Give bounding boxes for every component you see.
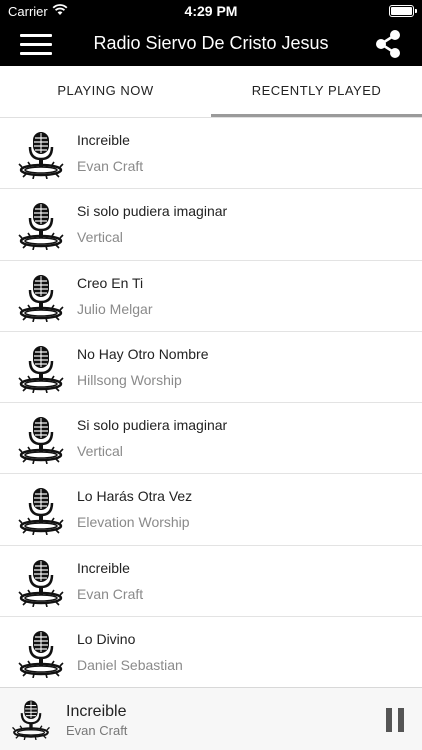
now-playing-song: Increible bbox=[66, 703, 127, 720]
list-item[interactable]: Increible Evan Craft bbox=[0, 118, 422, 190]
microphone-crown-of-thorns-icon bbox=[16, 129, 66, 179]
microphone-crown-of-thorns-icon bbox=[16, 272, 66, 322]
artist-name: Elevation Worship bbox=[77, 514, 190, 531]
status-bar: Carrier 4:29 PM bbox=[0, 0, 422, 22]
recently-played-list: Increible Evan Craft Si solo pudiera ima… bbox=[0, 118, 422, 689]
clock: 4:29 PM bbox=[184, 3, 238, 19]
artist-name: Hillsong Worship bbox=[77, 371, 182, 388]
list-item[interactable]: Lo Divino Daniel Sebastian bbox=[0, 617, 422, 689]
now-playing-artist: Evan Craft bbox=[66, 723, 128, 738]
battery-icon bbox=[389, 5, 417, 17]
list-item[interactable]: Increible Evan Craft bbox=[0, 546, 422, 618]
artist-name: Julio Melgar bbox=[77, 300, 153, 317]
artist-name: Daniel Sebastian bbox=[77, 657, 183, 674]
microphone-crown-of-thorns-icon bbox=[16, 200, 66, 250]
song-title: Si solo pudiera imaginar bbox=[77, 417, 228, 434]
microphone-crown-of-thorns-icon bbox=[16, 343, 66, 393]
list-item[interactable]: Si solo pudiera imaginar Vertical bbox=[0, 403, 422, 475]
list-item[interactable]: No Hay Otro Nombre Hillsong Worship bbox=[0, 332, 422, 404]
share-icon[interactable] bbox=[372, 28, 404, 60]
list-item[interactable]: Si solo pudiera imaginar Vertical bbox=[0, 189, 422, 261]
list-item[interactable]: Lo Harás Otra Vez Elevation Worship bbox=[0, 474, 422, 546]
navigation-bar: Radio Siervo De Cristo Jesus bbox=[0, 22, 422, 66]
song-title: Lo Divino bbox=[77, 631, 136, 648]
artist-name: Evan Craft bbox=[77, 585, 144, 602]
tab-recently-played[interactable]: RECENTLY PLAYED bbox=[211, 66, 422, 117]
tab-playing-now[interactable]: PLAYING NOW bbox=[0, 66, 211, 117]
microphone-crown-of-thorns-icon bbox=[16, 628, 66, 678]
list-item[interactable]: Creo En Ti Julio Melgar bbox=[0, 261, 422, 332]
now-playing-bar[interactable]: Increible Evan Craft bbox=[0, 687, 422, 750]
song-title: Creo En Ti bbox=[77, 274, 144, 291]
tab-bar: PLAYING NOW RECENTLY PLAYED bbox=[0, 66, 422, 117]
song-title: Lo Harás Otra Vez bbox=[77, 488, 193, 505]
song-title: Increible bbox=[77, 559, 130, 576]
page-title: Radio Siervo De Cristo Jesus bbox=[93, 33, 329, 53]
artist-name: Evan Craft bbox=[77, 158, 144, 174]
pause-icon[interactable] bbox=[386, 708, 406, 732]
microphone-crown-of-thorns-icon bbox=[16, 485, 66, 535]
microphone-crown-of-thorns-icon bbox=[16, 557, 66, 607]
microphone-crown-of-thorns-icon bbox=[10, 698, 52, 740]
song-title: No Hay Otro Nombre bbox=[77, 345, 209, 362]
microphone-crown-of-thorns-icon bbox=[16, 414, 66, 464]
song-title: Si solo pudiera imaginar bbox=[77, 203, 228, 220]
song-title: Increible bbox=[77, 132, 130, 148]
artist-name: Vertical bbox=[77, 229, 123, 246]
artist-name: Vertical bbox=[77, 443, 123, 460]
